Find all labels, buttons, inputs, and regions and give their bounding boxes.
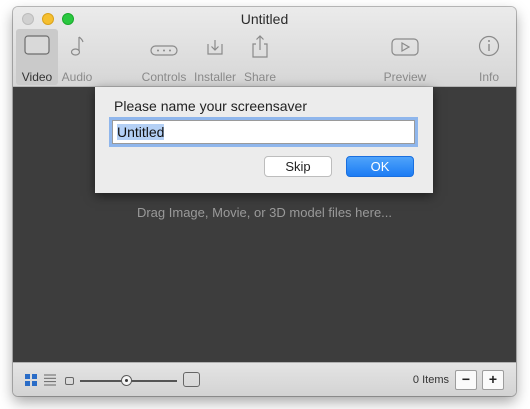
name-screensaver-dialog: Please name your screensaver Skip OK: [95, 87, 433, 193]
grid-view-icon[interactable]: [25, 374, 37, 386]
remove-item-button[interactable]: −: [455, 370, 477, 390]
tab-share[interactable]: Share: [239, 29, 281, 85]
tab-audio-label: Audio: [61, 70, 93, 84]
drop-hint: Drag Image, Movie, or 3D model files her…: [136, 205, 393, 220]
media-drop-area[interactable]: Drag Image, Movie, or 3D model files her…: [13, 87, 516, 362]
tab-video-label: Video: [21, 70, 53, 84]
tab-preview[interactable]: Preview: [382, 29, 428, 85]
tab-audio[interactable]: Audio: [58, 29, 96, 85]
large-thumbnail-icon: [183, 372, 200, 387]
dialog-prompt: Please name your screensaver: [114, 98, 307, 114]
tab-share-label: Share: [243, 70, 277, 84]
ok-button[interactable]: OK: [346, 156, 414, 177]
slider-knob[interactable]: [121, 375, 133, 386]
tab-video[interactable]: Video: [16, 29, 58, 85]
music-note-icon: [70, 36, 84, 56]
tab-preview-label: Preview: [383, 70, 427, 84]
list-view-icon[interactable]: [44, 374, 56, 386]
tab-installer[interactable]: Installer: [192, 29, 238, 85]
share-icon: [252, 35, 268, 58]
window-title: Untitled: [240, 11, 289, 27]
app-window: Untitled Video Audio Controls Installer …: [13, 7, 516, 396]
tab-info-label: Info: [478, 70, 499, 84]
bottom-bar: 0 Items − +: [13, 362, 516, 396]
preview-play-icon: [391, 38, 419, 56]
tab-controls[interactable]: Controls: [139, 29, 189, 85]
screensaver-name-input[interactable]: [112, 120, 415, 144]
video-icon: [24, 35, 50, 55]
info-icon: [478, 35, 500, 57]
tab-info[interactable]: Info: [473, 29, 505, 85]
tab-controls-label: Controls: [141, 70, 187, 84]
controls-icon: [150, 45, 178, 56]
titlebar: Untitled Video Audio Controls Installer …: [13, 7, 516, 87]
skip-button[interactable]: Skip: [264, 156, 332, 177]
installer-download-icon: [207, 40, 223, 55]
add-item-button[interactable]: +: [482, 370, 504, 390]
tab-installer-label: Installer: [193, 70, 237, 84]
small-thumbnail-icon: [65, 377, 74, 385]
items-count: 0 Items: [412, 374, 449, 386]
